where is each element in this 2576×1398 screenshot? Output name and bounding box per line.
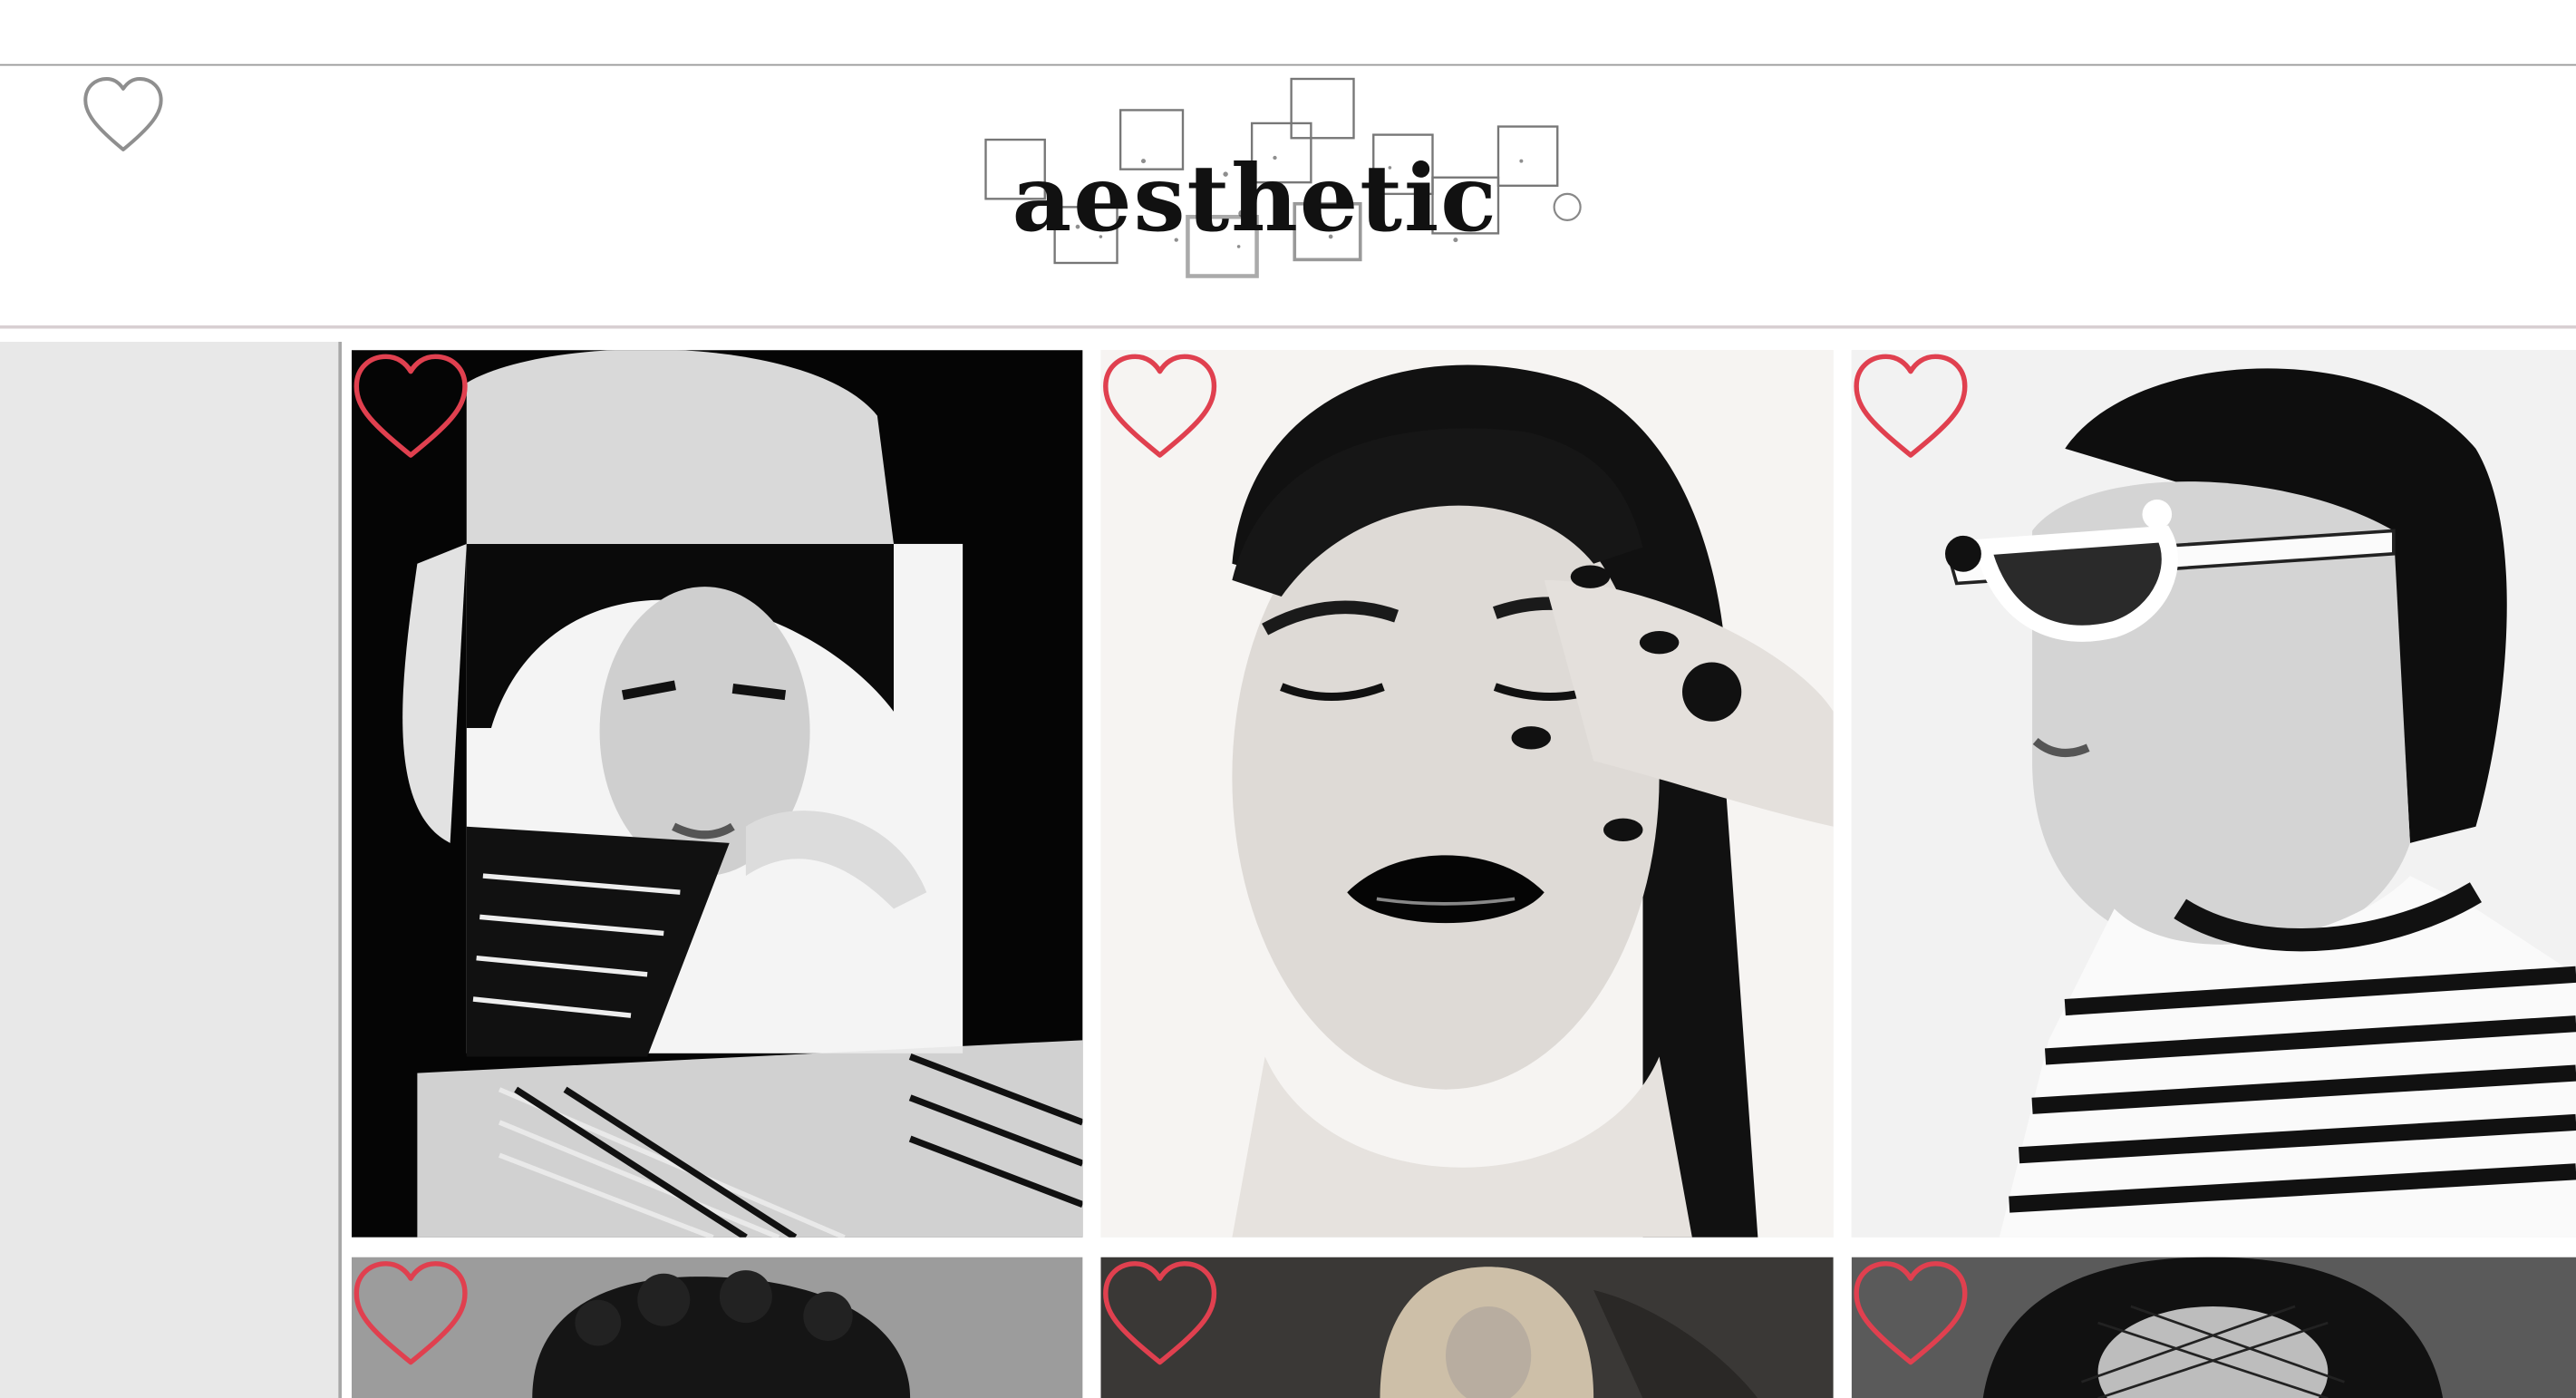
gallery-tile[interactable] (1100, 350, 1834, 1238)
site-header: aesthetic (0, 65, 2576, 329)
photo-gallery (351, 350, 2576, 1398)
logo-text: aesthetic (1012, 144, 1498, 252)
gallery-tile[interactable] (1851, 1257, 2576, 1398)
page: aesthetic (0, 0, 2576, 1398)
gallery-tile[interactable] (1100, 1257, 1834, 1398)
site-logo[interactable]: aesthetic (979, 75, 1590, 282)
photo-sunglasses-stripes (1851, 350, 2576, 1238)
photo-bob-wig-collage (351, 350, 1083, 1238)
like-heart-icon[interactable] (1852, 1257, 1971, 1373)
gallery-tile[interactable] (1851, 350, 2576, 1238)
like-heart-icon[interactable] (352, 1257, 470, 1373)
favorites-heart-icon[interactable] (79, 74, 168, 160)
photo-black-lips (1100, 350, 1834, 1238)
like-heart-icon[interactable] (1100, 350, 1219, 465)
browser-top-bar (0, 0, 2576, 66)
gallery-tile[interactable] (351, 1257, 1083, 1398)
like-heart-icon[interactable] (1100, 1257, 1219, 1373)
gallery-tile[interactable] (351, 350, 1083, 1238)
like-heart-icon[interactable] (1852, 350, 1971, 465)
left-sidebar (0, 342, 342, 1398)
like-heart-icon[interactable] (352, 350, 470, 465)
